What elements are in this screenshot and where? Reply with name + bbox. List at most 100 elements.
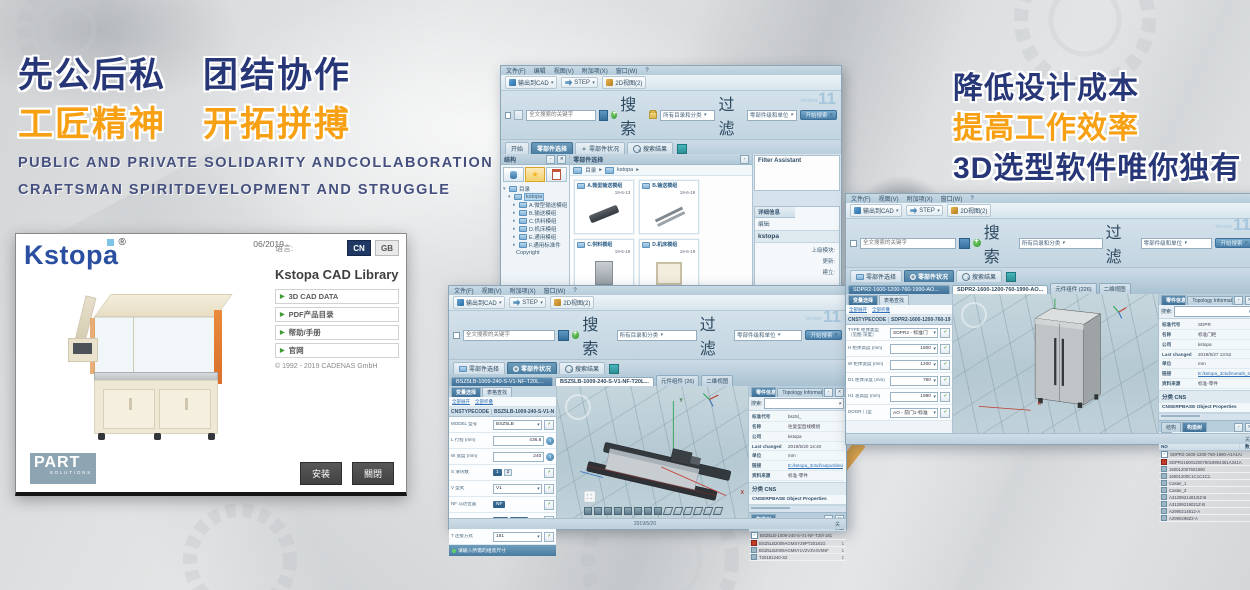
slider-count-alt[interactable]: 2 bbox=[504, 469, 513, 476]
start-search-button[interactable]: 开始搜索 bbox=[800, 110, 837, 120]
tab-extra-button[interactable] bbox=[1006, 272, 1016, 282]
viewport-tool-icon[interactable] bbox=[712, 507, 723, 515]
install-button[interactable]: 安装 bbox=[300, 462, 342, 485]
3d-viewport[interactable]: Y X bbox=[557, 386, 749, 518]
info-icon[interactable]: i bbox=[546, 453, 554, 461]
favorites-button[interactable]: ★ bbox=[525, 167, 546, 182]
component-row[interactable]: Caster_11 bbox=[1159, 480, 1250, 487]
menu-file[interactable]: 文件(F) bbox=[454, 286, 474, 295]
filter-select[interactable]: 零部件级和单位 bbox=[1141, 238, 1213, 249]
tab-part-selection[interactable]: 零部件选择 bbox=[531, 142, 573, 154]
collapse-all-link[interactable]: 全部折叠 bbox=[475, 399, 493, 405]
step-format-button[interactable]: STEP bbox=[509, 297, 546, 308]
tab-start[interactable]: 开始 bbox=[505, 142, 529, 154]
search-go-button[interactable] bbox=[959, 238, 970, 249]
slider-count-chip[interactable]: 1 bbox=[493, 469, 502, 476]
close-icon[interactable]: ✕ bbox=[557, 155, 566, 164]
tab-part-status[interactable]: 零部件状况 bbox=[507, 362, 557, 374]
language-gb-button[interactable]: GB bbox=[375, 240, 399, 256]
tab-search-results[interactable]: 搜索结果 bbox=[559, 362, 605, 374]
tree-node-root[interactable]: ▾目录 bbox=[503, 185, 567, 193]
stroke-input[interactable]: 436.8 bbox=[493, 436, 544, 446]
doc-tab-active[interactable]: SDPR2-1600-1200-760-1990-AO... bbox=[952, 285, 1048, 294]
tab-topology-info[interactable]: Topology Information bbox=[777, 388, 823, 397]
menu-addons[interactable]: 附加项(X) bbox=[510, 286, 536, 295]
menu-edit[interactable]: 编辑 bbox=[534, 66, 546, 75]
confirm-icon[interactable]: ✓ bbox=[940, 344, 950, 354]
menu-3d-cad-data[interactable]: ▶3D CAD DATA bbox=[275, 289, 399, 304]
tab-extra-button[interactable] bbox=[677, 144, 687, 154]
tab-construction-tree[interactable]: 构造树 bbox=[1182, 422, 1207, 432]
doc-tab-active[interactable]: BSZ5LB-1009-240-S-V1-NF-T20L... bbox=[555, 377, 654, 386]
doc-tab-2dview[interactable]: 二维视图 bbox=[701, 375, 733, 386]
menu-view[interactable]: 视图(V) bbox=[879, 194, 899, 203]
tab-variable-select[interactable]: 变量选择 bbox=[848, 295, 878, 305]
menu-official-site[interactable]: ▶官网 bbox=[275, 343, 399, 358]
doc-tab-2dview[interactable]: 二维视图 bbox=[1099, 283, 1131, 294]
close-icon[interactable]: ✕ bbox=[1245, 423, 1250, 432]
variant-select[interactable]: V1 bbox=[493, 484, 542, 494]
tab-extra-button[interactable] bbox=[609, 364, 619, 374]
menu-file[interactable]: 文件(F) bbox=[851, 194, 871, 203]
connection-select[interactable]: 181 bbox=[493, 532, 542, 542]
viewport-tool-icon[interactable] bbox=[644, 507, 652, 515]
viewport-tool-icon[interactable] bbox=[594, 507, 602, 515]
component-row[interactable]: ✓SDPR2-1600-1200-760-1990-A1A1A1A1A1A... bbox=[1159, 451, 1250, 459]
menu-help[interactable]: ? bbox=[645, 68, 648, 74]
fulltext-search-input[interactable] bbox=[526, 110, 596, 121]
door-type-select[interactable]: AO - 前门1-标准 bbox=[890, 408, 938, 418]
info-search-select[interactable] bbox=[764, 398, 844, 409]
step-format-button[interactable]: STEP bbox=[561, 77, 598, 88]
confirm-icon[interactable]: ✓ bbox=[544, 484, 554, 494]
history-button[interactable] bbox=[546, 167, 567, 182]
component-row[interactable]: BSZ5LB2009AGMSY29PT20181G1 bbox=[749, 540, 846, 547]
tree-node-kstopa[interactable]: ▾kstopa bbox=[503, 193, 567, 201]
tab-part-status[interactable]: 零部件状况 bbox=[904, 270, 954, 282]
minimize-icon[interactable]: ▫ bbox=[1234, 296, 1243, 305]
prompt-bar[interactable]: 请输入所需的组装尺寸 bbox=[449, 545, 556, 556]
tree-node[interactable]: ▸B.输送模组 bbox=[503, 209, 567, 217]
menu-view[interactable]: 视图(V) bbox=[482, 286, 502, 295]
collapse-all-link[interactable]: 全部折叠 bbox=[872, 307, 890, 313]
tree-node-copyright[interactable]: Copyright bbox=[503, 249, 567, 257]
component-row[interactable]: T20181240-S21 bbox=[749, 554, 846, 561]
width-input[interactable]: 1200 bbox=[890, 360, 938, 370]
search-option-checkbox[interactable] bbox=[453, 332, 460, 339]
doc-tab-components[interactable]: 元件组件 (26) bbox=[656, 375, 699, 386]
tab-topology-info[interactable]: Topology Information bbox=[1187, 296, 1233, 305]
component-row[interactable]: BSZ5LB2009AGM5Y1V2V3V4V5NF1 bbox=[749, 547, 846, 554]
part-tile[interactable]: A.微型输送模组 19-6-13 bbox=[574, 180, 634, 234]
confirm-icon[interactable]: ✓ bbox=[940, 408, 950, 418]
horizontal-scrollbar[interactable] bbox=[1159, 413, 1250, 418]
tab-part-info[interactable]: 零件信息 bbox=[751, 387, 776, 397]
breadcrumb-catalog[interactable]: kstopa bbox=[617, 167, 633, 173]
confirm-icon[interactable]: ✓ bbox=[940, 376, 950, 386]
view-2d-button[interactable]: 2D视图(2) bbox=[550, 296, 594, 309]
horizontal-scrollbar[interactable] bbox=[749, 505, 846, 510]
info-search-select[interactable] bbox=[1174, 306, 1250, 317]
minimize-icon[interactable]: ▫ bbox=[546, 155, 555, 164]
export-to-cad-button[interactable]: 输出到CAD bbox=[505, 76, 557, 89]
viewport-tool-icon[interactable] bbox=[614, 507, 622, 515]
viewport-toolbar[interactable] bbox=[584, 507, 722, 515]
part-tile[interactable]: B.输送模组 19-6-19 bbox=[639, 180, 699, 234]
close-icon[interactable]: ✕ bbox=[835, 388, 844, 397]
tab-part-status[interactable]: 零部件状况 bbox=[575, 142, 625, 154]
menu-pdf-catalog[interactable]: ▶PDF产品目录 bbox=[275, 307, 399, 322]
viewport-tool-icon[interactable] bbox=[654, 507, 662, 515]
component-row[interactable]: ✓BSZ5LB-1009-240-S-V1-NF-T20l-181 bbox=[749, 532, 846, 540]
minimize-icon[interactable]: ▫ bbox=[1234, 423, 1243, 432]
3d-viewport[interactable]: X bbox=[953, 294, 1159, 433]
catalog-db-button[interactable] bbox=[503, 167, 524, 182]
start-search-button[interactable]: 开始搜索 bbox=[805, 330, 842, 340]
viewport-tool-icon[interactable] bbox=[672, 507, 683, 515]
fulltext-search-input[interactable] bbox=[463, 330, 555, 341]
tree-node[interactable]: ▸F.通用标准件 bbox=[503, 241, 567, 249]
menu-help-manual[interactable]: ▶帮助/手册 bbox=[275, 325, 399, 340]
add-search-icon[interactable] bbox=[572, 331, 580, 339]
menu-window[interactable]: 窗口(W) bbox=[544, 286, 566, 295]
confirm-icon[interactable]: ✓ bbox=[940, 392, 950, 402]
viewport-tool-icon[interactable] bbox=[624, 507, 632, 515]
tab-structure[interactable]: 结构 bbox=[1161, 422, 1181, 432]
viewport-tool-icon[interactable] bbox=[604, 507, 612, 515]
